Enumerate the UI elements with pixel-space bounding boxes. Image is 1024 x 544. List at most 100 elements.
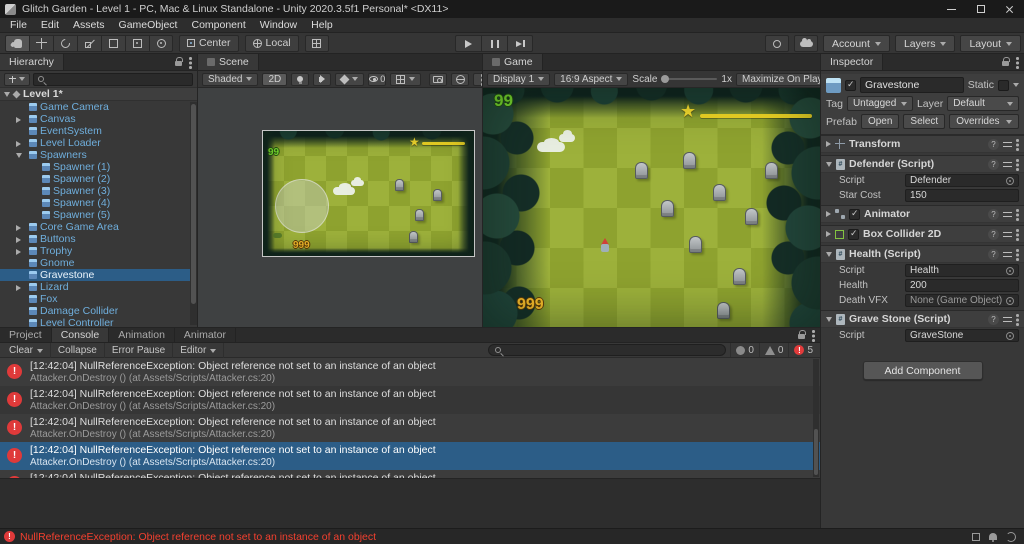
help-icon[interactable] (988, 159, 999, 170)
help-icon[interactable] (988, 209, 999, 220)
console-log-entry[interactable]: [12:42:04] NullReferenceException: Objec… (0, 414, 820, 442)
add-component-button[interactable]: Add Component (863, 361, 983, 380)
rotate-tool-button[interactable] (53, 35, 77, 52)
grid-settings-dropdown[interactable] (390, 73, 421, 86)
tab-console[interactable]: Console (52, 328, 110, 342)
hierarchy-search-input[interactable] (33, 73, 193, 86)
prefab-open-button[interactable]: Open (861, 114, 899, 129)
console-clear-button[interactable]: Clear (2, 343, 51, 358)
messages-filter-button[interactable]: 0 (730, 343, 759, 357)
status-bar[interactable]: NullReferenceException: Object reference… (0, 528, 1024, 544)
static-dropdown-icon[interactable] (1013, 83, 1019, 87)
menu-help[interactable]: Help (304, 18, 340, 32)
hierarchy-item-trophy[interactable]: Trophy (0, 245, 197, 257)
menu-file[interactable]: File (3, 18, 34, 32)
hierarchy-item-gravestone[interactable]: Gravestone (0, 269, 197, 281)
hierarchy-item-fox[interactable]: Fox (0, 293, 197, 305)
lock-icon[interactable] (1002, 61, 1009, 66)
hierarchy-item-lizard[interactable]: Lizard (0, 281, 197, 293)
background-activity-icon[interactable] (1006, 532, 1016, 542)
component-header-health-script[interactable]: Health (Script) (821, 246, 1024, 263)
shading-mode-dropdown[interactable]: Shaded (202, 73, 258, 86)
pivot-toggle-button[interactable]: Center (179, 35, 239, 52)
presets-icon[interactable] (1003, 140, 1012, 149)
handle-orientation-button[interactable]: Local (245, 35, 299, 52)
console-error-pause-button[interactable]: Error Pause (105, 343, 173, 358)
component-enabled-checkbox[interactable] (849, 209, 860, 220)
create-add-button[interactable] (4, 73, 30, 86)
foldout-icon[interactable] (826, 141, 831, 147)
lock-icon[interactable] (175, 61, 182, 66)
gizmos-button[interactable] (451, 73, 469, 86)
hierarchy-item-spawner-1[interactable]: Spawner (1) (0, 161, 197, 173)
scene-viewport[interactable]: 99 999 (198, 88, 482, 327)
console-editor-button[interactable]: Editor (173, 343, 224, 358)
tab-animator[interactable]: Animator (175, 328, 236, 342)
layout-dropdown[interactable]: Layout (960, 35, 1021, 52)
preview-packages-button[interactable] (765, 35, 789, 52)
hierarchy-item-buttons[interactable]: Buttons (0, 233, 197, 245)
hierarchy-item-game-camera[interactable]: Game Camera (0, 101, 197, 113)
step-button[interactable] (507, 35, 533, 52)
minimize-button[interactable] (937, 0, 966, 18)
layers-dropdown[interactable]: Layers (895, 35, 956, 52)
menu-window[interactable]: Window (253, 18, 304, 32)
custom-tool-button[interactable] (149, 35, 173, 52)
foldout-icon[interactable] (16, 285, 21, 291)
console-collapse-button[interactable]: Collapse (51, 343, 105, 358)
collab-cloud-button[interactable] (794, 35, 818, 52)
scale-slider-thumb[interactable] (661, 75, 669, 83)
foldout-icon[interactable] (826, 317, 832, 322)
field-value[interactable]: GraveStone (905, 329, 1019, 342)
play-button[interactable] (455, 35, 481, 52)
scene-view-menu-button[interactable] (473, 73, 482, 86)
component-menu-icon[interactable] (1016, 158, 1019, 170)
scale-tool-button[interactable] (77, 35, 101, 52)
foldout-icon[interactable] (16, 249, 21, 255)
component-header-box-collider-2d[interactable]: Box Collider 2D (821, 226, 1024, 243)
hierarchy-item-spawner-4[interactable]: Spawner (4) (0, 197, 197, 209)
menu-edit[interactable]: Edit (34, 18, 66, 32)
tab-inspector[interactable]: Inspector (821, 54, 883, 70)
console-search-input[interactable] (488, 344, 726, 356)
help-icon[interactable] (988, 229, 999, 240)
foldout-icon[interactable] (826, 211, 831, 217)
console-scrollbar[interactable] (813, 359, 819, 477)
hierarchy-item-gnome[interactable]: Gnome (0, 257, 197, 269)
gameobject-name-input[interactable] (860, 77, 964, 93)
foldout-icon[interactable] (16, 153, 22, 158)
maximize-on-play-toggle[interactable]: Maximize On Play (736, 73, 820, 86)
effects-dropdown[interactable] (335, 73, 364, 86)
foldout-icon[interactable] (826, 231, 831, 237)
hierarchy-item-level-controller[interactable]: Level Controller (0, 317, 197, 327)
component-header-defender-script[interactable]: Defender (Script) (821, 156, 1024, 173)
help-icon[interactable] (988, 139, 999, 150)
component-menu-icon[interactable] (1016, 138, 1019, 150)
field-value[interactable]: Defender (905, 174, 1019, 187)
scrollbar-thumb[interactable] (191, 104, 196, 304)
panel-menu-icon[interactable] (189, 56, 192, 68)
scene-header-row[interactable]: Level 1* (0, 88, 197, 101)
active-checkbox[interactable] (845, 80, 856, 91)
tab-game[interactable]: Game (483, 54, 543, 70)
component-menu-icon[interactable] (1016, 313, 1019, 325)
component-menu-icon[interactable] (1016, 248, 1019, 260)
console-log-entry[interactable]: [12:42:04] NullReferenceException: Objec… (0, 358, 820, 386)
field-value[interactable]: 200 (905, 279, 1019, 292)
notifications-icon[interactable] (989, 533, 997, 540)
foldout-icon[interactable] (826, 162, 832, 167)
account-dropdown[interactable]: Account (823, 35, 890, 52)
foldout-icon[interactable] (16, 141, 21, 147)
status-message[interactable]: NullReferenceException: Object reference… (20, 531, 967, 543)
tag-dropdown[interactable]: Untagged (847, 96, 913, 111)
foldout-icon[interactable] (4, 92, 10, 97)
object-picker-icon[interactable] (1006, 177, 1014, 185)
menu-gameobject[interactable]: GameObject (112, 18, 185, 32)
hierarchy-item-core-game-area[interactable]: Core Game Area (0, 221, 197, 233)
presets-icon[interactable] (1003, 315, 1012, 324)
tab-project[interactable]: Project (0, 328, 52, 342)
prefab-select-button[interactable]: Select (903, 114, 945, 129)
maximize-button[interactable] (966, 0, 995, 18)
packages-icon[interactable] (972, 533, 980, 541)
presets-icon[interactable] (1003, 250, 1012, 259)
